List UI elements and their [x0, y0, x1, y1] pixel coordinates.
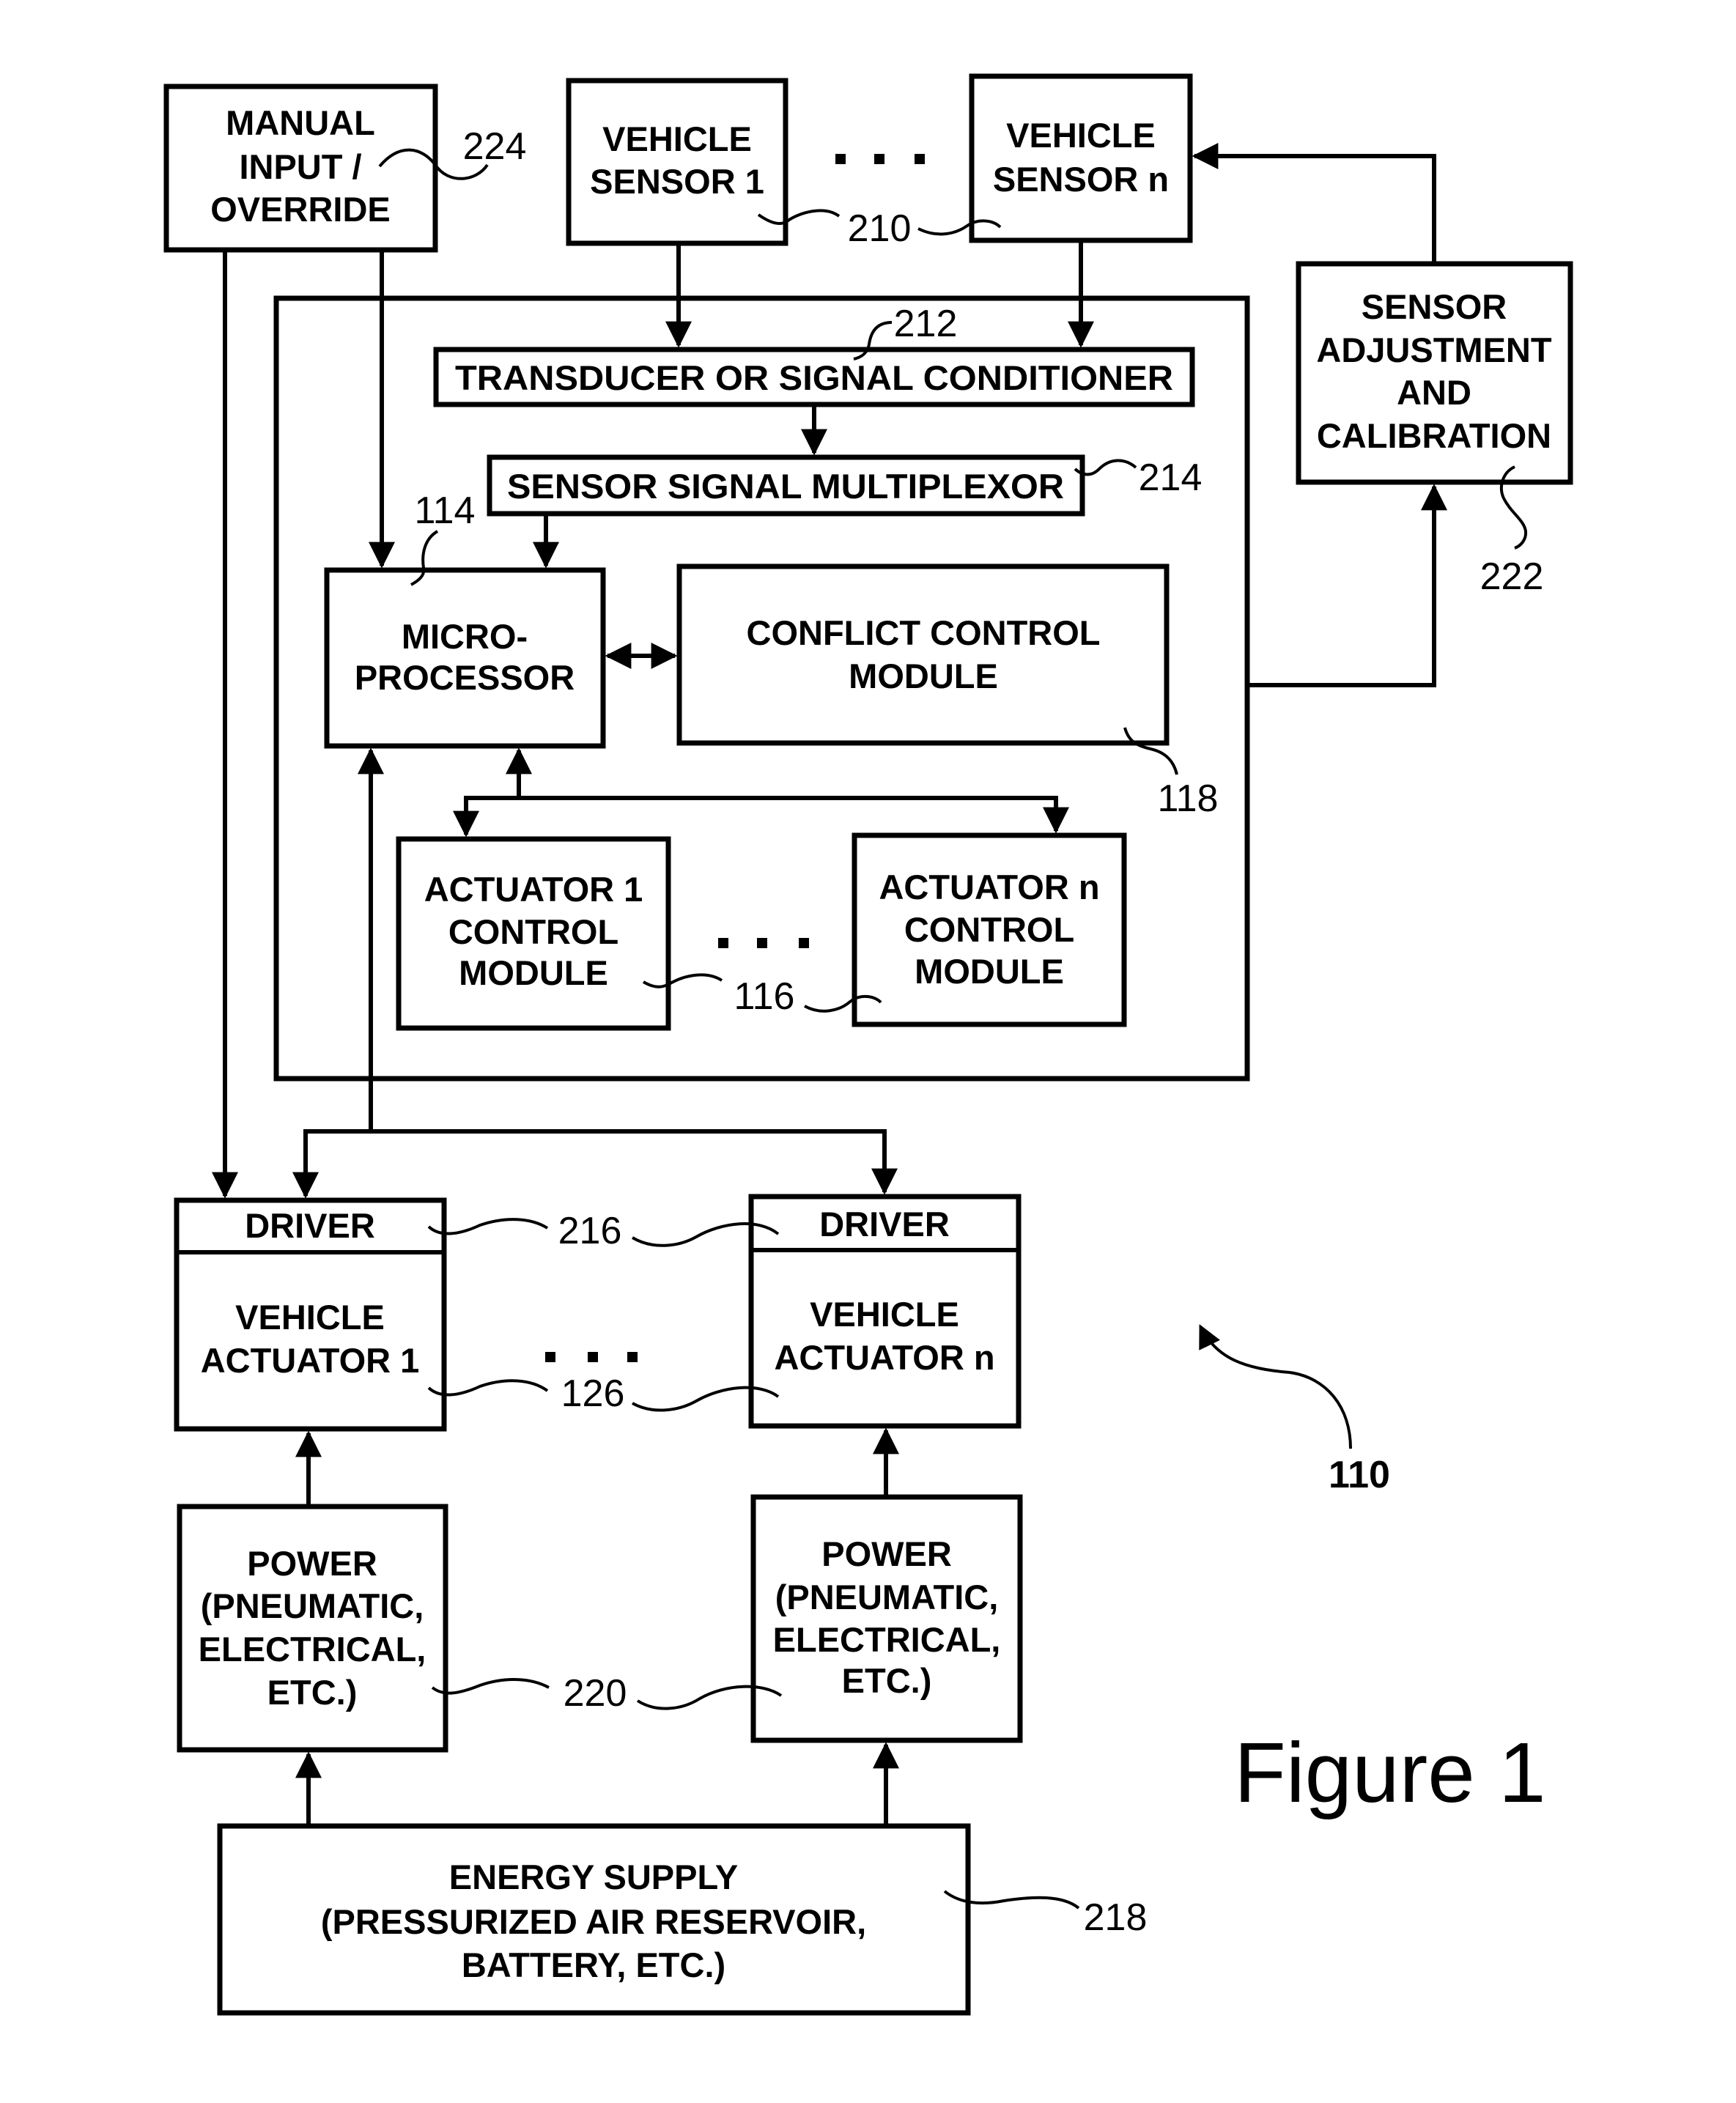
actuator-1-control-label-line: CONTROL: [448, 912, 618, 951]
sensor-adjustment-block: SENSOR ADJUSTMENT AND CALIBRATION: [1296, 261, 1573, 485]
ref-116: 116: [734, 975, 795, 1018]
ref-220: 220: [564, 1672, 627, 1715]
transducer-label: TRANSDUCER OR SIGNAL CONDITIONER: [455, 358, 1173, 397]
power-n-box: [750, 1494, 1023, 1743]
ref-216: 216: [558, 1210, 622, 1252]
manual-input-label-line: MANUAL: [226, 103, 375, 142]
ref-224: 224: [463, 125, 527, 168]
energy-supply-label-line: ENERGY SUPPLY: [449, 1858, 738, 1896]
ellipsis-dot: [874, 154, 884, 164]
ref-126: 126: [561, 1372, 625, 1415]
ref-118: 118: [1158, 777, 1219, 820]
wire-actuator-control-bus: [453, 796, 1069, 838]
microprocessor-block: MICRO- PROCESSOR: [324, 567, 606, 749]
wire-sensor-adjustment-to-sensor-n: [1192, 143, 1436, 264]
vehicle-sensor-1-label-line: VEHICLE: [602, 119, 752, 158]
vehicle-actuator-n-block: DRIVER VEHICLE ACTUATOR n: [748, 1194, 1022, 1429]
power-1-box: [177, 1504, 448, 1753]
vehicle-actuator-1-label-line: VEHICLE: [235, 1298, 385, 1337]
ellipsis-dot: [915, 154, 925, 164]
block-diagram: MANUAL INPUT / OVERRIDE VEHICLE SENSOR 1…: [163, 73, 1573, 2016]
actuator-n-control-label-line: MODULE: [915, 952, 1064, 991]
vehicle-actuator-n-label-line: ACTUATOR n: [774, 1338, 994, 1377]
driver-n-label: DRIVER: [819, 1205, 950, 1243]
power-n-label-line: ELECTRICAL,: [773, 1620, 1001, 1659]
power-1-label-line: ELECTRICAL,: [199, 1630, 426, 1668]
actuator-control-ellipsis: [718, 938, 809, 948]
ellipsis-dot: [718, 938, 728, 948]
ellipsis-dot: [835, 154, 846, 164]
vehicle-actuator-1-label-line: ACTUATOR 1: [201, 1341, 420, 1380]
ellipsis-dot: [799, 938, 809, 948]
vehicle-sensor-1-label-line: SENSOR 1: [590, 162, 764, 201]
ellipsis-dot: [545, 1352, 555, 1362]
power-1-label-line: ETC.): [267, 1673, 358, 1712]
wire-driver-bus: [292, 1129, 898, 1199]
manual-input-block: MANUAL INPUT / OVERRIDE: [163, 84, 438, 253]
vehicle-sensor-1-block: VEHICLE SENSOR 1: [566, 78, 788, 246]
actuator-1-control-label-line: ACTUATOR 1: [424, 870, 643, 909]
sensor-adjustment-label-line: SENSOR: [1362, 287, 1507, 326]
leader-110: [1199, 1324, 1352, 1449]
sensor-ellipsis: [835, 154, 925, 164]
manual-input-label-line: INPUT /: [239, 147, 361, 186]
microprocessor-label-line: PROCESSOR: [355, 658, 575, 697]
vehicle-sensor-n-box: [969, 73, 1193, 243]
microprocessor-label-line: MICRO-: [402, 617, 528, 656]
conflict-control-box: [676, 563, 1170, 746]
ref-214: 214: [1139, 457, 1203, 499]
energy-supply-label-line: BATTERY, ETC.): [462, 1945, 725, 1984]
power-n-label-line: ETC.): [842, 1661, 932, 1700]
power-n-label-line: POWER: [821, 1534, 952, 1573]
energy-supply-label-line: (PRESSURIZED AIR RESERVOIR,: [321, 1902, 866, 1941]
vehicle-sensor-n-block: VEHICLE SENSOR n: [969, 73, 1193, 243]
vehicle-actuator-1-block: DRIVER VEHICLE ACTUATOR 1: [174, 1197, 447, 1432]
power-1-label-line: (PNEUMATIC,: [201, 1586, 424, 1625]
vehicle-actuator-n-label-line: VEHICLE: [810, 1295, 959, 1334]
vehicle-sensor-n-label-line: VEHICLE: [1006, 116, 1156, 155]
sensor-adjustment-label-line: AND: [1397, 373, 1471, 412]
ellipsis-dot: [588, 1352, 598, 1362]
ref-110: 110: [1329, 1454, 1390, 1496]
ref-222: 222: [1480, 555, 1544, 598]
conflict-control-label-line: MODULE: [849, 657, 998, 695]
power-n-label-line: (PNEUMATIC,: [775, 1578, 999, 1616]
actuator-1-control-label-line: MODULE: [459, 953, 608, 992]
power-n-block: POWER (PNEUMATIC, ELECTRICAL, ETC.): [750, 1494, 1023, 1743]
ref-218: 218: [1084, 1896, 1148, 1939]
driver-1-label: DRIVER: [245, 1206, 375, 1245]
multiplexor-label: SENSOR SIGNAL MULTIPLEXOR: [507, 467, 1064, 506]
sensor-adjustment-label-line: CALIBRATION: [1317, 416, 1551, 455]
ellipsis-dot: [627, 1352, 638, 1362]
leader-220-left: [431, 1678, 550, 1695]
conflict-control-block: CONFLICT CONTROL MODULE: [676, 563, 1170, 746]
actuator-n-control-label-line: ACTUATOR n: [879, 868, 1099, 906]
actuator-1-control-block: ACTUATOR 1 CONTROL MODULE: [396, 836, 671, 1031]
conflict-control-label-line: CONFLICT CONTROL: [747, 613, 1101, 652]
energy-supply-block: ENERGY SUPPLY (PRESSURIZED AIR RESERVOIR…: [217, 1823, 971, 2016]
wire-controller-to-sensor-adjustment: [1247, 484, 1447, 687]
power-1-label-line: POWER: [247, 1544, 377, 1583]
figure-caption: Figure 1: [1234, 1725, 1546, 1820]
actuator-n-control-label-line: CONTROL: [904, 910, 1074, 949]
ref-212: 212: [894, 303, 958, 345]
manual-input-label-line: OVERRIDE: [210, 190, 391, 229]
multiplexor-block: SENSOR SIGNAL MULTIPLEXOR: [487, 454, 1085, 517]
power-1-block: POWER (PNEUMATIC, ELECTRICAL, ETC.): [177, 1504, 448, 1753]
ref-210: 210: [848, 207, 912, 250]
vehicle-sensor-n-label-line: SENSOR n: [993, 160, 1169, 199]
actuator-n-control-block: ACTUATOR n CONTROL MODULE: [852, 832, 1127, 1027]
ref-114: 114: [415, 489, 476, 532]
transducer-block: TRANSDUCER OR SIGNAL CONDITIONER: [433, 347, 1195, 407]
sensor-adjustment-label-line: ADJUSTMENT: [1316, 330, 1551, 369]
vehicle-actuator-ellipsis: [545, 1352, 638, 1362]
ellipsis-dot: [757, 938, 767, 948]
